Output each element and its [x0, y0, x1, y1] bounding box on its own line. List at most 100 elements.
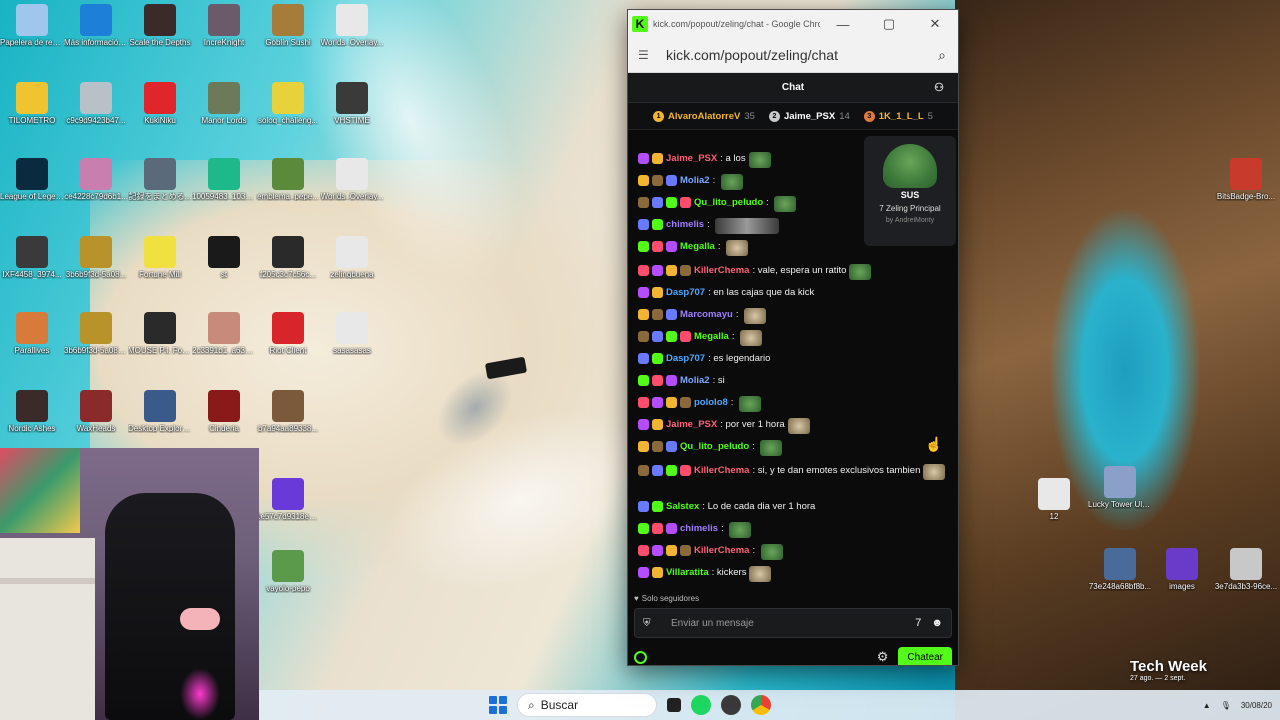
- user-badge-icon[interactable]: [652, 153, 663, 164]
- chat-username[interactable]: Molia2: [680, 374, 710, 388]
- desktop-icon[interactable]: Fortune Mill: [128, 236, 192, 279]
- user-badge-icon[interactable]: [666, 523, 677, 534]
- emoji-icon[interactable]: ☻: [931, 617, 943, 629]
- chat-username[interactable]: Jaime_PSX: [666, 418, 717, 432]
- pepe-emote-icon[interactable]: [849, 264, 872, 280]
- desktop-icon[interactable]: soloq_challeng...: [256, 82, 320, 125]
- desktop-icon[interactable]: Worlds_Overlay...: [320, 4, 384, 47]
- chat-username[interactable]: KillerChema: [694, 544, 749, 558]
- desktop-icon[interactable]: ce4228c79d6b1...: [64, 158, 128, 201]
- user-badge-icon[interactable]: [652, 441, 663, 452]
- minimize-icon[interactable]: —: [820, 10, 866, 38]
- spotify-icon[interactable]: [691, 695, 711, 715]
- desktop-icon[interactable]: Papelera de reciclaje: [0, 4, 64, 47]
- desktop-icon[interactable]: vayolo-pepo: [256, 550, 320, 593]
- chat-username[interactable]: Dasp707: [666, 352, 705, 366]
- user-badge-icon[interactable]: [638, 501, 649, 512]
- desktop-icon[interactable]: b7a94aa89338...: [256, 390, 320, 433]
- chat-username[interactable]: Dasp707: [666, 286, 705, 300]
- desktop-icon[interactable]: BitsBadge-Bro...: [1214, 158, 1278, 201]
- desktop-icon[interactable]: emblema_pepe...: [256, 158, 320, 201]
- user-badge-icon[interactable]: [652, 353, 663, 364]
- pepe-emote-icon[interactable]: [774, 196, 797, 212]
- user-badge-icon[interactable]: [652, 419, 663, 430]
- chat-username[interactable]: chimelis: [666, 218, 704, 232]
- kick-points-icon[interactable]: [634, 650, 647, 664]
- desktop-icon[interactable]: 10059483_1031...: [192, 158, 256, 201]
- desktop-icon[interactable]: Lucky Tower Ultimate: [1088, 466, 1152, 509]
- user-badge-icon[interactable]: [652, 287, 663, 298]
- desktop-icon[interactable]: Cinderia: [192, 390, 256, 433]
- cat-emote-icon[interactable]: [787, 418, 810, 434]
- desktop-icon[interactable]: WaxHeads: [64, 390, 128, 433]
- desktop-icon[interactable]: VHSTIME: [320, 82, 384, 125]
- pepe-emote-icon[interactable]: [739, 396, 762, 412]
- user-badge-icon[interactable]: [638, 375, 649, 386]
- cat-emote-icon[interactable]: [744, 308, 767, 324]
- leaderboard-entry[interactable]: 2 Jaime_PSX 14: [768, 110, 850, 122]
- user-badge-icon[interactable]: [652, 501, 663, 512]
- desktop-icon[interactable]: 3b6b9f3d-5a08...: [64, 236, 128, 279]
- desktop-icon[interactable]: c9c9d9423b47...: [64, 82, 128, 125]
- desktop-icon[interactable]: League of Legends: [0, 158, 64, 201]
- leaderboard-entry[interactable]: 1 AlvaroAlatorreV 35: [653, 110, 755, 122]
- user-badge-icon[interactable]: [652, 197, 663, 208]
- desktop-icon[interactable]: Nordic Ashes: [0, 390, 64, 433]
- chat-username[interactable]: Salstex: [666, 500, 699, 514]
- desktop-icon[interactable]: IncreKnight: [192, 4, 256, 47]
- user-badge-icon[interactable]: [666, 331, 677, 342]
- chat-username[interactable]: Molia2: [680, 174, 710, 188]
- url-text[interactable]: kick.com/popout/zeling/chat: [654, 47, 938, 63]
- desktop-icon[interactable]: Worlds_Overlay...: [320, 158, 384, 201]
- desktop-icon[interactable]: Más información sobre esta ima...: [64, 4, 128, 47]
- chrome-icon[interactable]: [751, 695, 771, 715]
- chat-username[interactable]: Jaime_PSX: [666, 152, 717, 166]
- user-badge-icon[interactable]: [680, 465, 691, 476]
- tray-clock[interactable]: 30/08/20: [1241, 701, 1272, 710]
- user-badge-icon[interactable]: [638, 419, 649, 430]
- user-badge-icon[interactable]: [666, 465, 677, 476]
- user-badge-icon[interactable]: [638, 397, 649, 408]
- desktop-icon[interactable]: 73e248a68bf8b...: [1088, 548, 1152, 591]
- user-badge-icon[interactable]: [680, 331, 691, 342]
- maximize-icon[interactable]: ▢: [866, 10, 912, 38]
- desktop-icon[interactable]: 2c3391b1_a63b...: [192, 312, 256, 355]
- pepe-emote-icon[interactable]: [720, 174, 743, 190]
- desktop-icon[interactable]: Scale the Depths: [128, 4, 192, 47]
- cat-emote-icon[interactable]: [726, 240, 749, 256]
- cat-emote-icon[interactable]: [749, 566, 772, 582]
- chat-username[interactable]: pololo8: [694, 396, 728, 410]
- user-badge-icon[interactable]: [638, 465, 649, 476]
- desktop-icon[interactable]: f205c3c7c56c...: [256, 236, 320, 279]
- pepe-emote-icon[interactable]: [729, 522, 752, 538]
- desktop-icon[interactable]: 3e7da3b3-96ce...: [1214, 548, 1278, 591]
- user-badge-icon[interactable]: [652, 309, 663, 320]
- user-badge-icon[interactable]: [652, 219, 663, 230]
- chat-username[interactable]: chimelis: [680, 522, 718, 536]
- window-titlebar[interactable]: K kick.com/popout/zeling/chat - Google C…: [628, 10, 958, 38]
- chat-username[interactable]: KillerChema: [694, 464, 749, 478]
- desktop-icon[interactable]: TILOMETRO: [0, 82, 64, 125]
- user-badge-icon[interactable]: [666, 175, 677, 186]
- user-badge-icon[interactable]: [638, 309, 649, 320]
- user-badge-icon[interactable]: [666, 545, 677, 556]
- desktop-icon[interactable]: 記録をまとめる...: [128, 158, 192, 201]
- desktop-icon[interactable]: IXF4458_3974...: [0, 236, 64, 279]
- user-badge-icon[interactable]: [666, 309, 677, 320]
- zoom-icon[interactable]: ⌕: [938, 47, 946, 64]
- desktop-icon[interactable]: KukiNiku: [128, 82, 192, 125]
- users-icon[interactable]: ⚇: [934, 81, 944, 94]
- user-badge-icon[interactable]: [638, 175, 649, 186]
- user-badge-icon[interactable]: [638, 287, 649, 298]
- site-settings-icon[interactable]: ☰: [638, 48, 654, 62]
- user-badge-icon[interactable]: [638, 331, 649, 342]
- desktop-icon[interactable]: Goblin Sushi: [256, 4, 320, 47]
- user-badge-icon[interactable]: [652, 465, 663, 476]
- user-badge-icon[interactable]: [680, 545, 691, 556]
- user-badge-icon[interactable]: [638, 567, 649, 578]
- user-badge-icon[interactable]: [638, 523, 649, 534]
- user-badge-icon[interactable]: [680, 197, 691, 208]
- cat-emote-icon[interactable]: [923, 464, 946, 480]
- user-badge-icon[interactable]: [666, 265, 677, 276]
- desktop-icon[interactable]: MOUSE P.I. For Hire: [128, 312, 192, 355]
